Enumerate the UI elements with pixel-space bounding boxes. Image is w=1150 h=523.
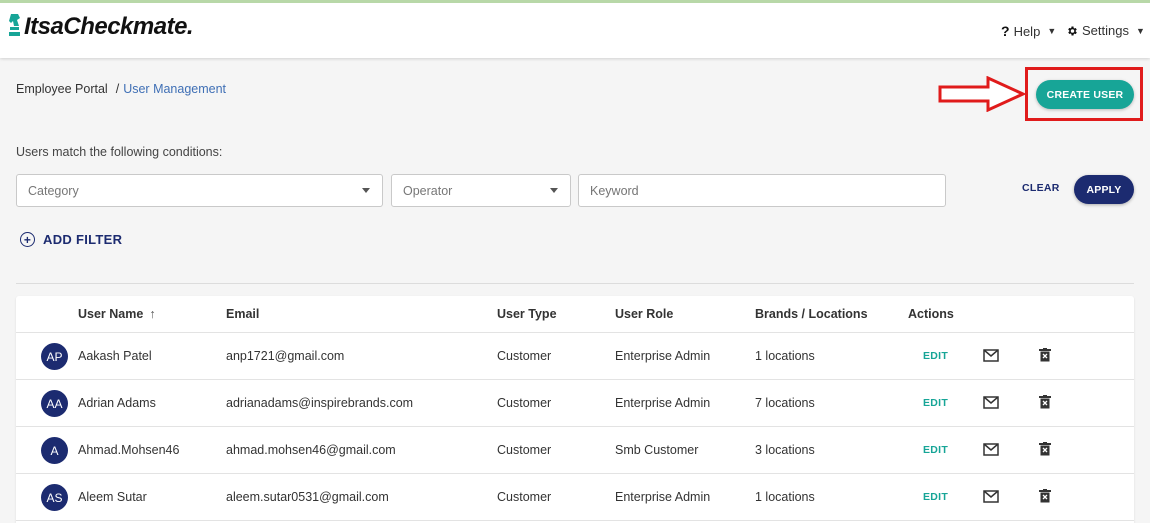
top-bar: ItsaCheckmate. ? Help ▼ Settings ▼ (0, 0, 1150, 58)
breadcrumb-current[interactable]: User Management (123, 82, 226, 96)
trash-icon[interactable] (1039, 395, 1051, 409)
user-role: Enterprise Admin (615, 490, 711, 504)
user-role: Enterprise Admin (615, 396, 711, 410)
user-email: anp1721@gmail.com (226, 349, 345, 363)
arrow-right-icon (938, 76, 1026, 112)
edit-button[interactable]: EDIT (923, 397, 948, 409)
user-type: Customer (497, 490, 552, 504)
table-row: AP Aakash Patel anp1721@gmail.com Custom… (16, 333, 1134, 380)
edit-button[interactable]: EDIT (923, 444, 948, 456)
help-menu[interactable]: ? Help ▼ (1001, 23, 1056, 39)
trash-icon[interactable] (1039, 442, 1051, 456)
edit-button[interactable]: EDIT (923, 350, 948, 362)
logo-text: ItsaCheckmate. (24, 13, 194, 40)
user-name: Ahmad.Mohsen46 (78, 443, 180, 457)
caret-down-icon (362, 188, 370, 193)
category-select[interactable]: Category (16, 174, 383, 207)
trash-icon[interactable] (1039, 489, 1051, 503)
caret-down-icon: ▼ (1135, 25, 1145, 36)
user-name: Aakash Patel (78, 349, 152, 363)
user-type: Customer (497, 349, 552, 363)
avatar: AP (41, 343, 68, 370)
user-type: Customer (497, 443, 552, 457)
clear-button[interactable]: CLEAR (1022, 182, 1060, 194)
help-label: Help (1013, 23, 1041, 39)
user-role: Enterprise Admin (615, 349, 711, 363)
filter-conditions-label: Users match the following conditions: (16, 145, 223, 159)
header-user-name[interactable]: User Name ↑ (78, 307, 156, 321)
table-row: AS Aleem Sutar aleem.sutar0531@gmail.com… (16, 474, 1134, 521)
avatar: AA (41, 390, 68, 417)
keyword-field[interactable] (578, 174, 946, 207)
user-email: adrianadams@inspirebrands.com (226, 396, 414, 410)
user-email: ahmad.mohsen46@gmail.com (226, 443, 396, 457)
users-table: User Name ↑ Email User Type User Role Bra… (16, 296, 1134, 523)
header-actions: Actions (908, 307, 954, 321)
add-filter-button[interactable]: + ADD FILTER (20, 232, 122, 247)
breadcrumb-root[interactable]: Employee Portal (16, 82, 108, 96)
divider (16, 283, 1134, 284)
breadcrumb-separator: / (115, 82, 120, 96)
breadcrumb: Employee Portal / User Management (16, 82, 226, 96)
user-type: Customer (497, 396, 552, 410)
avatar: A (41, 437, 68, 464)
apply-button[interactable]: APPLY (1074, 175, 1134, 204)
user-role: Smb Customer (615, 443, 699, 457)
trash-icon[interactable] (1039, 348, 1051, 362)
table-row: AA Adrian Adams adrianadams@inspirebrand… (16, 380, 1134, 427)
chess-knight-icon (9, 14, 20, 36)
mail-icon[interactable] (983, 443, 999, 456)
add-circle-icon: + (20, 232, 35, 247)
caret-down-icon: ▼ (1047, 26, 1057, 36)
user-name: Aleem Sutar (78, 490, 147, 504)
table-header: User Name ↑ Email User Type User Role Bra… (16, 296, 1134, 333)
settings-label: Settings (1082, 23, 1129, 38)
settings-menu[interactable]: Settings ▼ (1066, 23, 1145, 38)
mail-icon[interactable] (983, 490, 999, 503)
user-locations: 1 locations (755, 490, 815, 504)
user-locations: 3 locations (755, 443, 815, 457)
avatar: AS (41, 484, 68, 511)
operator-select[interactable]: Operator (391, 174, 571, 207)
operator-placeholder: Operator (403, 183, 453, 198)
logo[interactable]: ItsaCheckmate. (8, 12, 194, 42)
header-brands-locations[interactable]: Brands / Locations (755, 307, 868, 321)
gear-icon (1068, 26, 1077, 35)
mail-icon[interactable] (983, 349, 999, 362)
edit-button[interactable]: EDIT (923, 491, 948, 503)
table-row: A Ahmad.Mohsen46 ahmad.mohsen46@gmail.co… (16, 427, 1134, 474)
keyword-input[interactable] (590, 183, 945, 198)
add-filter-label: ADD FILTER (43, 232, 123, 247)
header-user-type[interactable]: User Type (497, 307, 557, 321)
caret-down-icon (550, 188, 558, 193)
header-user-name-label: User Name (78, 307, 144, 321)
header-email[interactable]: Email (226, 307, 259, 321)
user-email: aleem.sutar0531@gmail.com (226, 490, 389, 504)
header-user-role[interactable]: User Role (615, 307, 673, 321)
category-placeholder: Category (28, 183, 79, 198)
user-locations: 7 locations (755, 396, 815, 410)
help-icon: ? (1001, 23, 1010, 39)
mail-icon[interactable] (983, 396, 999, 409)
user-locations: 1 locations (755, 349, 815, 363)
user-name: Adrian Adams (78, 396, 156, 410)
create-user-button[interactable]: CREATE USER (1036, 80, 1134, 109)
sort-arrow-up-icon[interactable]: ↑ (149, 307, 155, 321)
